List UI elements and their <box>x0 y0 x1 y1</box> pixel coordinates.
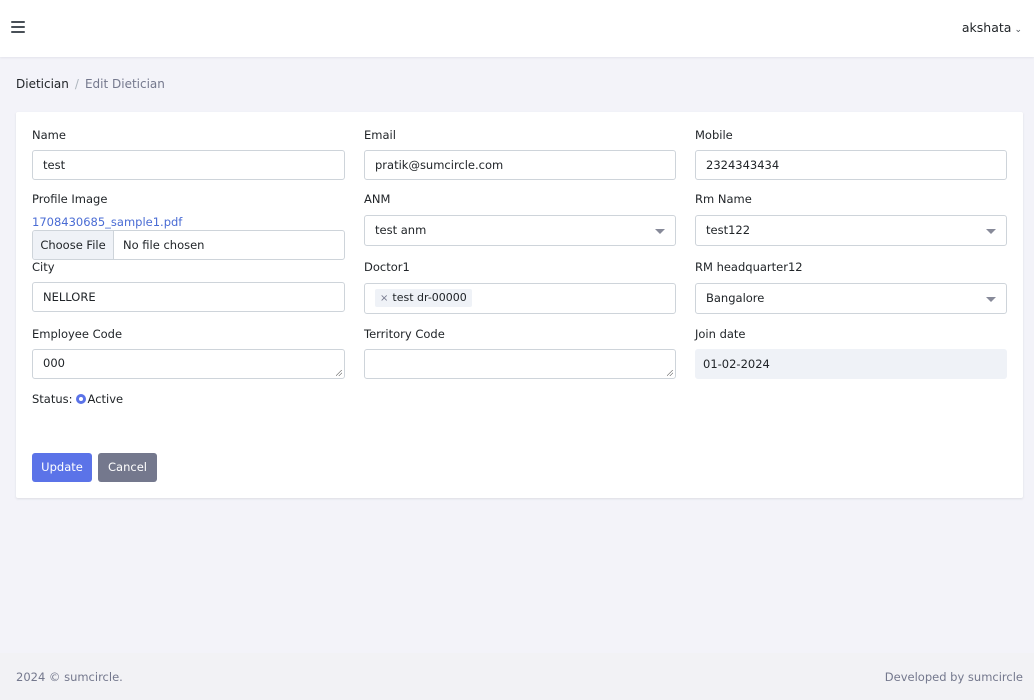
join-date-input[interactable]: 01-02-2024 <box>695 349 1007 379</box>
footer: 2024 © sumcircle. Developed by sumcircle <box>0 653 1034 700</box>
doctor1-label: Doctor1 <box>364 260 410 274</box>
employee-code-textarea[interactable]: 000 <box>32 349 345 379</box>
status-active-radio[interactable] <box>75 394 86 404</box>
status-row: Status: Active <box>32 392 123 406</box>
doctor1-multiselect[interactable]: × test dr-00000 <box>364 283 676 314</box>
doctor1-tag: × test dr-00000 <box>375 289 472 307</box>
profile-image-label: Profile Image <box>32 192 108 206</box>
city-input[interactable]: NELLORE <box>32 282 345 312</box>
territory-code-textarea[interactable] <box>364 349 676 379</box>
update-button[interactable]: Update <box>32 453 92 482</box>
footer-copyright: 2024 © sumcircle. <box>16 670 123 684</box>
user-name: akshata <box>961 20 1012 35</box>
rm-name-select[interactable]: test122 <box>695 215 1007 246</box>
anm-label: ANM <box>364 192 391 206</box>
caret-down-icon <box>986 297 996 302</box>
breadcrumb-parent[interactable]: Dietician <box>16 77 69 91</box>
chevron-down-icon: ⌄ <box>1014 25 1022 35</box>
city-label: City <box>32 260 55 274</box>
anm-select[interactable]: test anm <box>364 215 676 246</box>
email-label: Email <box>364 128 396 142</box>
name-input[interactable]: test <box>32 150 345 180</box>
rm-name-selected-value: test122 <box>706 223 751 237</box>
mobile-input[interactable]: 2324343434 <box>695 150 1007 180</box>
footer-credit: Developed by sumcircle <box>884 670 1023 684</box>
edit-dietician-form: Name test Email pratik@sumcircle.com Mob… <box>16 112 1023 498</box>
choose-file-button[interactable]: Choose File <box>33 231 114 259</box>
rm-headquarter-selected-value: Bangalore <box>706 291 765 305</box>
mobile-label: Mobile <box>695 128 733 142</box>
rm-headquarter-label: RM headquarter12 <box>695 260 803 274</box>
breadcrumb-current: Edit Dietician <box>84 77 165 91</box>
rm-name-label: Rm Name <box>695 192 752 206</box>
status-active-label[interactable]: Active <box>88 392 124 406</box>
territory-code-label: Territory Code <box>364 327 445 341</box>
hamburger-menu-icon[interactable] <box>11 21 25 33</box>
file-status-text: No file chosen <box>123 238 205 252</box>
remove-tag-icon[interactable]: × <box>380 293 388 304</box>
topbar: akshata ⌄ <box>0 0 1034 57</box>
anm-selected-value: test anm <box>375 223 427 237</box>
profile-image-file-input[interactable]: Choose File No file chosen <box>32 230 345 260</box>
caret-down-icon <box>986 229 996 234</box>
doctor1-tag-label: test dr-00000 <box>392 291 467 304</box>
profile-image-file-link[interactable]: 1708430685_sample1.pdf <box>32 215 182 229</box>
status-label: Status: <box>32 392 73 406</box>
breadcrumb: Dietician / Edit Dietician <box>16 77 165 91</box>
employee-code-label: Employee Code <box>32 327 123 341</box>
rm-headquarter-select[interactable]: Bangalore <box>695 283 1007 314</box>
name-label: Name <box>32 128 66 142</box>
email-input[interactable]: pratik@sumcircle.com <box>364 150 676 180</box>
caret-down-icon <box>655 229 665 234</box>
cancel-button[interactable]: Cancel <box>98 453 157 482</box>
join-date-label: Join date <box>695 327 746 341</box>
user-dropdown[interactable]: akshata ⌄ <box>962 20 1022 35</box>
breadcrumb-separator: / <box>74 77 79 91</box>
